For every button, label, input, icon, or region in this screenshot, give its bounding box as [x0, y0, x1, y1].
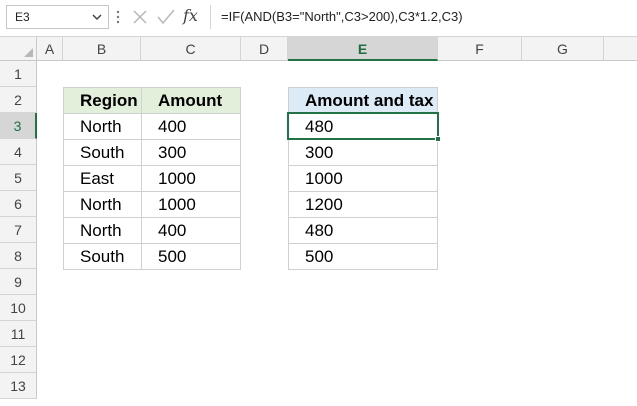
- select-all-triangle-icon: [24, 48, 33, 57]
- cancel-icon[interactable]: [131, 8, 149, 26]
- row-header-3[interactable]: 3: [0, 113, 37, 139]
- table1-cell-amount[interactable]: 400: [141, 113, 241, 140]
- table1-cell-region[interactable]: South: [63, 139, 142, 166]
- table1-cell-amount[interactable]: 300: [141, 139, 241, 166]
- name-box-value: E3: [15, 10, 30, 24]
- table1-cell-region[interactable]: North: [63, 113, 142, 140]
- row-header-13[interactable]: 13: [0, 373, 37, 399]
- formula-bar-resize-dots-icon[interactable]: [115, 9, 121, 25]
- table2-cell[interactable]: 1200: [288, 191, 438, 218]
- column-header-d[interactable]: D: [241, 37, 288, 61]
- table2-cell[interactable]: 300: [288, 139, 438, 166]
- column-header-c[interactable]: C: [141, 37, 241, 61]
- row-header-6[interactable]: 6: [0, 191, 37, 217]
- row-header-12[interactable]: 12: [0, 347, 37, 373]
- chevron-down-icon[interactable]: [90, 9, 104, 25]
- fill-handle[interactable]: [435, 136, 441, 142]
- column-header-f[interactable]: F: [438, 37, 522, 61]
- table1-cell-region[interactable]: South: [63, 243, 142, 270]
- table1-cell-region[interactable]: North: [63, 217, 142, 244]
- row-header-1[interactable]: 1: [0, 61, 37, 87]
- column-header-g[interactable]: G: [522, 37, 604, 61]
- column-header-e[interactable]: E: [288, 37, 438, 61]
- table1-cell-region[interactable]: North: [63, 191, 142, 218]
- table2-cell[interactable]: 1000: [288, 165, 438, 192]
- worksheet-grid[interactable]: A B C D E F G 1 2 3 4 5 6 7 8 9 10 11 12…: [0, 37, 637, 406]
- table1-header-region[interactable]: Region: [63, 87, 142, 114]
- table1-cell-amount[interactable]: 400: [141, 217, 241, 244]
- table2-header-amount-and-tax[interactable]: Amount and tax: [288, 87, 438, 114]
- table2-cell[interactable]: 480: [288, 217, 438, 244]
- row-header-2[interactable]: 2: [0, 87, 37, 113]
- formula-bar: E3 fx =IF(AND(B3="North",C3>200),C3*1.2,…: [0, 0, 637, 37]
- column-header-h[interactable]: [604, 37, 637, 61]
- table1-cell-region[interactable]: East: [63, 165, 142, 192]
- insert-function-icon[interactable]: fx: [183, 6, 198, 25]
- column-header-a[interactable]: A: [37, 37, 63, 61]
- table1-cell-amount[interactable]: 1000: [141, 191, 241, 218]
- row-header-11[interactable]: 11: [0, 321, 37, 347]
- table1-header-amount[interactable]: Amount: [141, 87, 241, 114]
- select-all-corner[interactable]: [0, 37, 37, 61]
- row-header-10[interactable]: 10: [0, 295, 37, 321]
- name-box[interactable]: E3: [6, 5, 109, 29]
- row-header-7[interactable]: 7: [0, 217, 37, 243]
- check-icon[interactable]: [156, 8, 176, 26]
- table2-cell[interactable]: 480: [288, 113, 438, 140]
- row-header-4[interactable]: 4: [0, 139, 37, 165]
- row-header-5[interactable]: 5: [0, 165, 37, 191]
- row-header-8[interactable]: 8: [0, 243, 37, 269]
- table1-cell-amount[interactable]: 1000: [141, 165, 241, 192]
- table1-cell-amount[interactable]: 500: [141, 243, 241, 270]
- formula-input[interactable]: =IF(AND(B3="North",C3>200),C3*1.2,C3): [210, 5, 637, 29]
- formula-text: =IF(AND(B3="North",C3>200),C3*1.2,C3): [221, 9, 463, 24]
- row-header-9[interactable]: 9: [0, 269, 37, 295]
- table2-cell[interactable]: 500: [288, 243, 438, 270]
- column-header-b[interactable]: B: [63, 37, 141, 61]
